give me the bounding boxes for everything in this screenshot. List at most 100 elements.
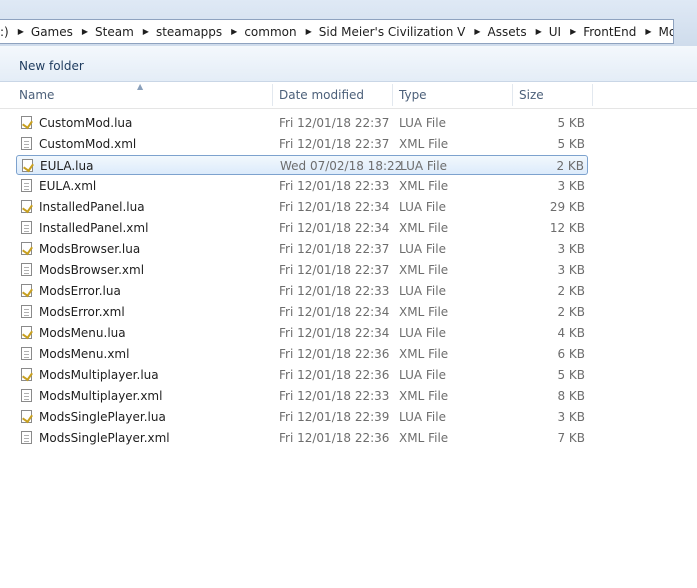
column-divider[interactable]	[592, 84, 593, 106]
file-date-modified: Fri 12/01/18 22:36	[279, 368, 390, 382]
file-type: XML File	[399, 221, 449, 235]
chevron-right-icon[interactable]: ▶	[73, 27, 95, 36]
breadcrumb-item[interactable]: ▶ steamapps	[134, 25, 222, 39]
file-name: InstalledPanel.xml	[39, 221, 149, 235]
lua-file-icon	[21, 284, 32, 297]
file-row[interactable]: ModsError.xml Fri 12/01/18 22:34 XML File 2…	[16, 302, 588, 322]
file-row[interactable]: ModsBrowser.lua Fri 12/01/18 22:37 LUA Fil…	[16, 239, 588, 259]
lua-file-icon	[21, 368, 32, 381]
file-date-modified: Fri 12/01/18 22:37	[279, 116, 390, 130]
chevron-right-icon[interactable]: ▶	[222, 27, 244, 36]
lua-file-icon	[21, 242, 32, 255]
file-row[interactable]: CustomMod.lua Fri 12/01/18 22:37 LUA File 5…	[16, 113, 588, 133]
file-row[interactable]: CustomMod.xml Fri 12/01/18 22:37 XML File 5…	[16, 134, 588, 154]
file-date-modified: Fri 12/01/18 22:34	[279, 326, 390, 340]
file-size: 29 KB	[549, 200, 585, 214]
breadcrumb-item[interactable]: ▶ UI	[527, 25, 561, 39]
breadcrumb-label[interactable]: common	[244, 25, 296, 39]
file-size: 5 KB	[557, 137, 585, 151]
chevron-right-icon[interactable]: ▶	[297, 27, 319, 36]
file-row[interactable]: ModsMultiplayer.xml Fri 12/01/18 22:33 XML…	[16, 386, 588, 406]
file-type: XML File	[399, 305, 449, 319]
column-divider[interactable]	[392, 84, 393, 106]
file-name: EULA.lua	[40, 159, 94, 173]
chevron-right-icon[interactable]: ▶	[9, 27, 31, 36]
breadcrumb-label[interactable]: Assets	[488, 25, 527, 39]
xml-file-icon	[21, 263, 32, 276]
xml-file-icon	[21, 347, 32, 360]
lua-file-icon	[21, 410, 32, 423]
breadcrumb-item[interactable]: ▶ Steam	[73, 25, 134, 39]
file-type: LUA File	[399, 326, 446, 340]
file-date-modified: Fri 12/01/18 22:34	[279, 305, 390, 319]
file-date-modified: Fri 12/01/18 22:36	[279, 431, 390, 445]
breadcrumb-item[interactable]: ▶ Assets	[465, 25, 526, 39]
xml-file-icon	[21, 305, 32, 318]
new-folder-button[interactable]: New folder	[19, 59, 84, 73]
file-name: EULA.xml	[39, 179, 97, 193]
file-size: 3 KB	[557, 410, 585, 424]
chevron-right-icon[interactable]: ▶	[527, 27, 549, 36]
breadcrumb-label[interactable]: Sid Meier's Civilization V	[319, 25, 466, 39]
file-row[interactable]: EULA.xml Fri 12/01/18 22:33 XML File 3 KB	[16, 176, 588, 196]
xml-file-icon	[21, 179, 32, 192]
file-date-modified: Fri 12/01/18 22:36	[279, 347, 390, 361]
file-row[interactable]: ModsBrowser.xml Fri 12/01/18 22:37 XML Fil…	[16, 260, 588, 280]
file-date-modified: Fri 12/01/18 22:33	[279, 284, 390, 298]
file-size: 3 KB	[557, 242, 585, 256]
file-row[interactable]: EULA.lua Wed 07/02/18 18:22 LUA File 2 KB	[16, 155, 588, 175]
chevron-right-icon[interactable]: ▶	[636, 27, 658, 36]
column-divider[interactable]	[272, 84, 273, 106]
breadcrumb-label[interactable]: FrontEnd	[583, 25, 636, 39]
file-date-modified: Fri 12/01/18 22:37	[279, 242, 390, 256]
file-name: InstalledPanel.lua	[39, 200, 145, 214]
file-name: ModsSinglePlayer.xml	[39, 431, 170, 445]
breadcrumb-label[interactable]: steamapps	[156, 25, 222, 39]
breadcrumb-item[interactable]: ▶ common	[222, 25, 296, 39]
file-row[interactable]: ModsMenu.lua Fri 12/01/18 22:34 LUA File 4 …	[16, 323, 588, 343]
file-size: 8 KB	[557, 389, 585, 403]
file-row[interactable]: ModsSinglePlayer.xml Fri 12/01/18 22:36 XM…	[16, 428, 588, 448]
column-header-name[interactable]: Name	[19, 82, 54, 108]
column-header-type[interactable]: Type	[399, 82, 427, 108]
file-date-modified: Fri 12/01/18 22:39	[279, 410, 390, 424]
column-header-size[interactable]: Size	[519, 82, 544, 108]
file-name: ModsMultiplayer.xml	[39, 389, 163, 403]
chevron-right-icon[interactable]: ▶	[465, 27, 487, 36]
xml-file-icon	[21, 221, 32, 234]
breadcrumb-label[interactable]: Games	[31, 25, 73, 39]
lua-file-icon	[21, 200, 32, 213]
file-size: 7 KB	[557, 431, 585, 445]
file-type: LUA File	[399, 116, 446, 130]
file-name: ModsBrowser.lua	[39, 242, 141, 256]
chevron-right-icon[interactable]: ▶	[561, 27, 583, 36]
file-size: 5 KB	[557, 116, 585, 130]
file-size: 5 KB	[557, 368, 585, 382]
breadcrumb-label[interactable]: Modding	[659, 25, 673, 39]
file-date-modified: Fri 12/01/18 22:33	[279, 179, 390, 193]
file-date-modified: Wed 07/02/18 18:22	[280, 159, 403, 173]
file-size: 2 KB	[557, 284, 585, 298]
breadcrumb-label[interactable]: UI	[549, 25, 561, 39]
breadcrumb-item[interactable]: ▶ Sid Meier's Civilization V	[297, 25, 466, 39]
file-type: XML File	[399, 431, 449, 445]
breadcrumb-label[interactable]: Steam	[95, 25, 134, 39]
chevron-right-icon[interactable]: ▶	[134, 27, 156, 36]
file-row[interactable]: ModsMenu.xml Fri 12/01/18 22:36 XML File 6 …	[16, 344, 588, 364]
file-row[interactable]: InstalledPanel.lua Fri 12/01/18 22:34 LUA …	[16, 197, 588, 217]
file-type: LUA File	[399, 368, 446, 382]
file-row[interactable]: ModsSinglePlayer.lua Fri 12/01/18 22:39 LU…	[16, 407, 588, 427]
file-row[interactable]: ModsError.lua Fri 12/01/18 22:33 LUA File 2…	[16, 281, 588, 301]
file-type: LUA File	[399, 200, 446, 214]
sort-ascending-icon: ▲	[137, 82, 144, 91]
file-type: LUA File	[399, 242, 446, 256]
breadcrumb-item[interactable]: ▶ FrontEnd	[561, 25, 636, 39]
column-divider[interactable]	[512, 84, 513, 106]
file-row[interactable]: InstalledPanel.xml Fri 12/01/18 22:34 XML …	[16, 218, 588, 238]
column-header-date[interactable]: Date modified	[279, 82, 364, 108]
breadcrumb-item[interactable]: ▶Modding	[636, 25, 673, 39]
file-type: XML File	[399, 137, 449, 151]
file-row[interactable]: ModsMultiplayer.lua Fri 12/01/18 22:36 LUA…	[16, 365, 588, 385]
breadcrumb-item[interactable]: ▶ Games	[9, 25, 73, 39]
breadcrumb[interactable]: :) ▶ Games ▶ Steam ▶ steamapps ▶ common ▶ Sid…	[0, 19, 674, 44]
